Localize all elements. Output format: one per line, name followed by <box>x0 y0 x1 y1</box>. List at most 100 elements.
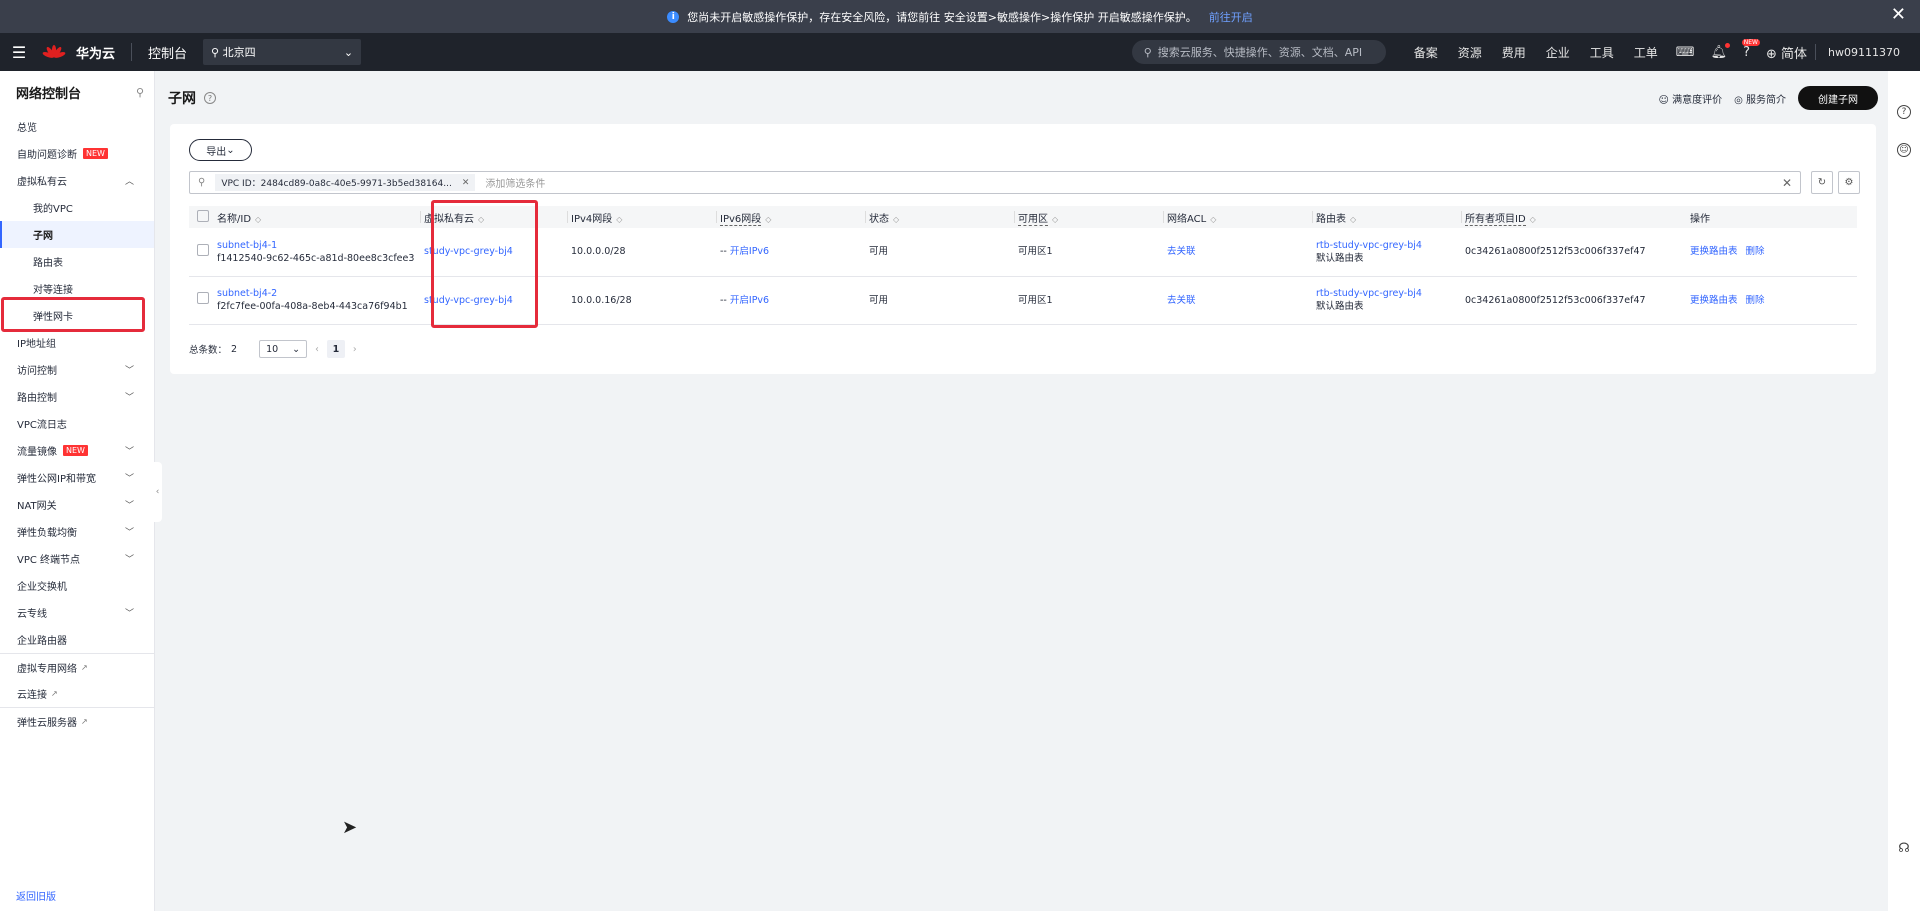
sort-icon: ◇ <box>1210 214 1217 224</box>
col-route-table[interactable]: 路由表 ◇ <box>1312 206 1461 228</box>
sidebar-item-vpc[interactable]: 虚拟私有云 ︿ <box>0 167 154 194</box>
prev-page-icon[interactable]: ‹ <box>315 344 319 355</box>
settings-button[interactable]: ⚙ <box>1838 171 1860 194</box>
sidebar-item-overview[interactable]: 总览 <box>0 113 154 140</box>
intro-link[interactable]: ◎ 服务简介 <box>1734 91 1786 106</box>
nav-tickets[interactable]: 工单 <box>1634 44 1658 61</box>
sidebar-item-esw[interactable]: 企业交换机 <box>0 572 154 599</box>
acl-link[interactable]: 去关联 <box>1167 246 1196 257</box>
delete-link[interactable]: 删除 <box>1746 295 1765 306</box>
logo[interactable]: 华为云 <box>42 43 115 62</box>
create-subnet-button[interactable]: 创建子网 <box>1798 86 1878 110</box>
gear-icon: ⚙ <box>1844 177 1854 188</box>
sidebar-item-er[interactable]: 企业路由器 <box>0 626 154 653</box>
question-icon[interactable]: ? <box>1897 105 1911 119</box>
sidebar-item-diagnosis[interactable]: 自助问题诊断 NEW <box>0 140 154 167</box>
global-search-input[interactable]: ⚲ 搜索云服务、快捷操作、资源、文档、API <box>1131 40 1386 64</box>
nav-enterprise[interactable]: 企业 <box>1546 44 1570 61</box>
search-icon[interactable]: ⚲ <box>136 86 144 99</box>
sidebar-item-eip[interactable]: 弹性公网IP和带宽 ﹀ <box>0 464 154 491</box>
nav-resources[interactable]: 资源 <box>1458 44 1482 61</box>
headset-icon[interactable]: ☊ <box>1897 841 1911 856</box>
ipv6-empty: -- <box>720 294 727 306</box>
sidebar-item-route-table[interactable]: 路由表 <box>0 248 154 275</box>
old-version-link[interactable]: 返回旧版 <box>16 888 56 903</box>
route-table-link[interactable]: rtb-study-vpc-grey-bj4 <box>1316 240 1422 251</box>
col-status[interactable]: 状态 ◇ <box>865 206 1014 228</box>
sidebar-item-elb[interactable]: 弹性负载均衡 ﹀ <box>0 518 154 545</box>
nav-filing[interactable]: 备案 <box>1414 44 1438 61</box>
help-icon[interactable]: ? NEW <box>1741 38 1760 60</box>
feedback-link[interactable]: ☺ 满意度评价 <box>1658 91 1722 106</box>
bell-icon[interactable]: 🔔︎ <box>1711 42 1731 60</box>
route-table-link[interactable]: rtb-study-vpc-grey-bj4 <box>1316 288 1422 299</box>
sidebar-item-vpn[interactable]: 虚拟专用网络 ↗ <box>0 653 154 680</box>
sidebar-item-vpcep[interactable]: VPC 终端节点 ﹀ <box>0 545 154 572</box>
collapse-sidebar-handle[interactable]: ‹ <box>153 462 162 522</box>
clear-icon[interactable]: ✕ <box>1782 176 1792 190</box>
col-ipv4[interactable]: IPv4网段 ◇ <box>567 206 716 228</box>
enable-ipv6-link[interactable]: 开启IPv6 <box>730 246 769 257</box>
question-icon[interactable]: ? <box>204 92 216 104</box>
col-acl[interactable]: 网络ACL ◇ <box>1163 206 1312 228</box>
language-select[interactable]: ⊕ 简体 <box>1766 43 1807 62</box>
sidebar-item-route-control[interactable]: 路由控制 ﹀ <box>0 383 154 410</box>
sidebar-item-my-vpc[interactable]: 我的VPC <box>0 194 154 221</box>
filter-search-input[interactable]: ⚲ VPC ID：2484cd89-0a8c-40e5-9971-3b5ed38… <box>189 171 1801 194</box>
nav-tools[interactable]: 工具 <box>1590 44 1614 61</box>
delete-link[interactable]: 删除 <box>1746 246 1765 257</box>
close-icon[interactable]: ✕ <box>1891 6 1906 24</box>
col-name[interactable]: 名称/ID ◇ <box>213 206 420 228</box>
enable-protection-link[interactable]: 前往开启 <box>1209 9 1253 25</box>
nav-billing[interactable]: 费用 <box>1502 44 1526 61</box>
col-project-id[interactable]: 所有者项目ID ◇ <box>1461 206 1686 228</box>
external-link-icon: ↗ <box>81 716 88 726</box>
sidebar-item-flow-log[interactable]: VPC流日志 <box>0 410 154 437</box>
sidebar-item-traffic-mirror[interactable]: 流量镜像 NEW ﹀ <box>0 437 154 464</box>
smile-icon[interactable]: ☺ <box>1897 143 1911 157</box>
refresh-button[interactable]: ↻ <box>1811 171 1833 194</box>
export-button[interactable]: 导出 ⌄ <box>189 139 252 161</box>
sidebar-title: 网络控制台 <box>16 86 82 102</box>
col-ipv6[interactable]: IPv6网段 ◇ <box>716 206 865 228</box>
total-count: 2 <box>231 343 238 355</box>
route-table-default: 默认路由表 <box>1316 301 1364 312</box>
row-checkbox[interactable] <box>197 243 209 256</box>
sidebar-item-nat[interactable]: NAT网关 ﹀ <box>0 491 154 518</box>
filter-chip[interactable]: VPC ID：2484cd89-0a8c-40e5-9971-3b5ed3816… <box>215 174 476 191</box>
page-title: 子网 <box>168 91 196 107</box>
sidebar-item-access-control[interactable]: 访问控制 ﹀ <box>0 356 154 383</box>
user-menu[interactable]: hw09111370 <box>1828 46 1900 59</box>
subnet-name-link[interactable]: subnet-bj4-1 <box>217 240 277 251</box>
refresh-icon: ↻ <box>1817 177 1827 188</box>
sidebar-item-cc[interactable]: 云连接 ↗ <box>0 680 154 707</box>
page-size-select[interactable]: 10 ⌄ <box>259 340 308 358</box>
change-route-table-link[interactable]: 更换路由表 <box>1690 295 1738 306</box>
region-select[interactable]: ⚲ 北京四 ⌄ <box>203 39 362 65</box>
sidebar-item-subnet[interactable]: 子网 <box>0 221 154 248</box>
sidebar-item-ip-group[interactable]: IP地址组 <box>0 329 154 356</box>
sidebar-item-ecs[interactable]: 弹性云服务器 ↗ <box>0 707 154 734</box>
console-link[interactable]: 控制台 <box>148 43 187 62</box>
divider <box>1815 44 1817 60</box>
change-route-table-link[interactable]: 更换路由表 <box>1690 246 1738 257</box>
status: 可用 <box>869 294 889 306</box>
sidebar-item-dc[interactable]: 云专线 ﹀ <box>0 599 154 626</box>
enable-ipv6-link[interactable]: 开启IPv6 <box>730 295 769 306</box>
row-checkbox[interactable] <box>197 292 209 304</box>
next-page-icon[interactable]: › <box>353 344 357 355</box>
col-az[interactable]: 可用区 ◇ <box>1014 206 1163 228</box>
route-table-default: 默认路由表 <box>1316 252 1364 264</box>
subnet-name-link[interactable]: subnet-bj4-2 <box>217 288 277 299</box>
project-id: 0c34261a0800f2512f53c006f337ef47 <box>1465 294 1646 306</box>
terminal-icon[interactable]: ⌨ <box>1676 45 1695 60</box>
subnet-id: f1412540-9c62-465c-a81d-80ee8c3cfee3 <box>217 252 415 264</box>
sort-icon: ◇ <box>1529 214 1536 224</box>
select-all-checkbox[interactable] <box>197 209 209 222</box>
acl-link[interactable]: 去关联 <box>1167 295 1196 306</box>
close-icon[interactable]: ✕ <box>462 178 470 188</box>
menu-icon[interactable]: ☰ <box>0 43 38 62</box>
chevron-down-icon: ﹀ <box>124 474 134 484</box>
chevron-down-icon: ﹀ <box>124 501 134 511</box>
page-number[interactable]: 1 <box>326 340 345 358</box>
